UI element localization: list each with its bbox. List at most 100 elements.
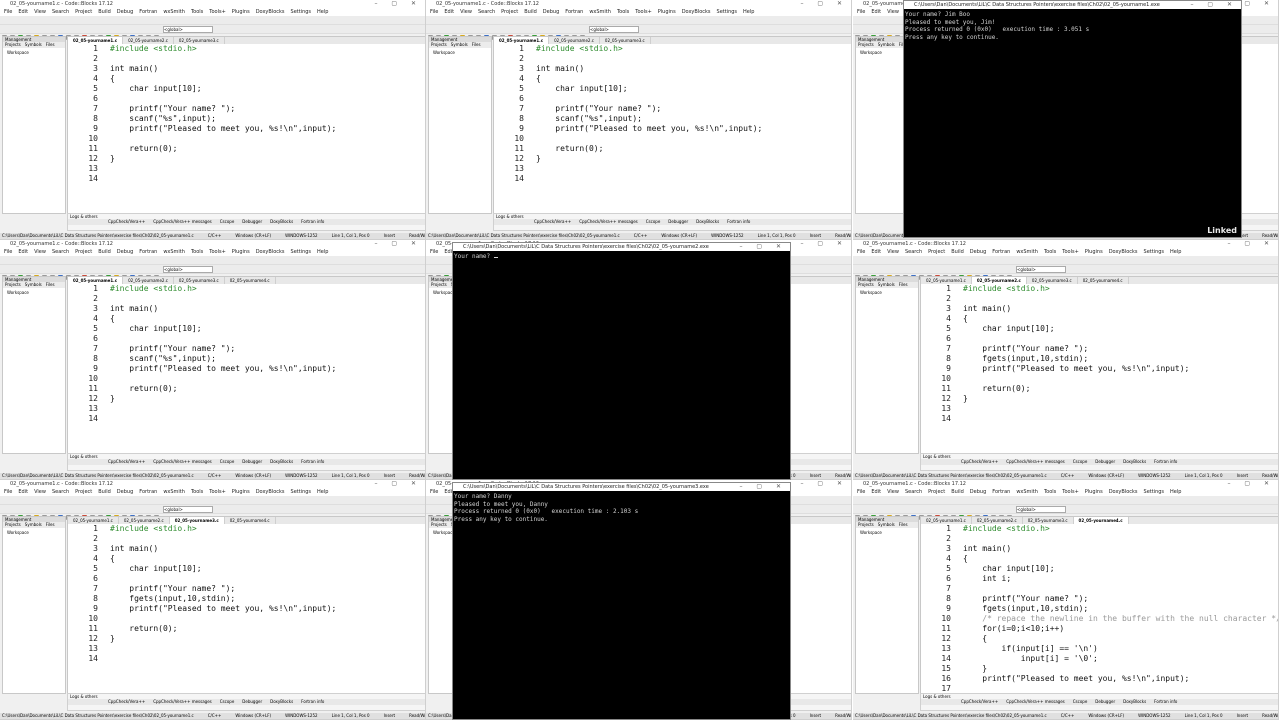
log-tab[interactable]: DoxyBlocks xyxy=(1123,699,1146,704)
menu-item[interactable]: Plugins xyxy=(1085,249,1103,255)
menu-item[interactable]: DoxyBlocks xyxy=(256,9,285,15)
management-tab[interactable]: Projects xyxy=(5,522,21,527)
log-tab[interactable]: Cscope xyxy=(1073,699,1088,704)
editor-tab[interactable]: 02_05-yourname2.c xyxy=(123,37,174,44)
code-line[interactable]: scanf("%s",input); xyxy=(110,114,216,124)
log-tab[interactable]: CppCheck/Vera++ xyxy=(108,459,145,464)
code-line[interactable]: /* repace the newline in the buffer with… xyxy=(963,614,1278,624)
code-line[interactable]: } xyxy=(110,394,115,404)
menu-item[interactable]: DoxyBlocks xyxy=(1109,489,1138,495)
code-line[interactable]: } xyxy=(110,634,115,644)
management-tab[interactable]: Projects xyxy=(858,522,874,527)
code-line[interactable]: int main() xyxy=(110,304,158,314)
management-tab[interactable]: Files xyxy=(46,522,55,527)
log-tab[interactable]: CppCheck/Vera++ xyxy=(961,459,998,464)
log-tab[interactable]: Fortran info xyxy=(301,459,324,464)
code-line[interactable]: printf("Pleased to meet you, %s!\n",inpu… xyxy=(110,604,336,614)
menu-item[interactable]: Settings xyxy=(291,249,312,255)
menu-item[interactable]: Project xyxy=(928,249,945,255)
code-line[interactable]: { xyxy=(110,314,115,324)
window-controls[interactable]: – ▢ ✕ xyxy=(374,480,422,488)
menu-item[interactable]: Build xyxy=(951,489,964,495)
code-line[interactable]: int main() xyxy=(963,304,1011,314)
console-window-controls[interactable]: – ▢ ✕ xyxy=(739,483,787,491)
window-controls[interactable]: – ▢ ✕ xyxy=(1227,480,1275,488)
code-line[interactable]: printf("Your name? "); xyxy=(110,584,235,594)
menu-item[interactable]: Settings xyxy=(1144,489,1165,495)
log-tab[interactable]: Cscope xyxy=(220,699,235,704)
log-tab[interactable]: DoxyBlocks xyxy=(1123,459,1146,464)
scope-combo[interactable]: <global> xyxy=(163,506,213,513)
menu-item[interactable]: Debug xyxy=(970,249,986,255)
menu-item[interactable]: View xyxy=(34,9,46,15)
code-line[interactable]: #include <stdio.h> xyxy=(110,284,197,294)
console-window[interactable]: C:\Users\Dan\Documents\LiL\C Data Struct… xyxy=(903,0,1242,238)
menu-item[interactable]: Build xyxy=(98,9,111,15)
window-controls[interactable]: – ▢ ✕ xyxy=(800,240,848,248)
menu-item[interactable]: Help xyxy=(743,9,754,15)
menu-item[interactable]: View xyxy=(34,249,46,255)
code-line[interactable]: return(0); xyxy=(536,144,603,154)
menu-item[interactable]: DoxyBlocks xyxy=(256,249,285,255)
code-line[interactable]: printf("Your name? "); xyxy=(963,594,1088,604)
menu-item[interactable]: Tools xyxy=(191,9,203,15)
workspace-item[interactable]: Workspace xyxy=(3,288,65,297)
menu-item[interactable]: Help xyxy=(317,249,328,255)
menu-item[interactable]: wxSmith xyxy=(1016,489,1038,495)
menu-item[interactable]: View xyxy=(887,489,899,495)
window-controls[interactable]: – ▢ ✕ xyxy=(800,480,848,488)
workspace-item[interactable]: Workspace xyxy=(3,48,65,57)
log-tab[interactable]: Cscope xyxy=(1073,459,1088,464)
code-line[interactable]: fgets(input,10,stdin); xyxy=(963,354,1088,364)
code-line[interactable]: printf("Pleased to meet you, %s!\n",inpu… xyxy=(536,124,762,134)
menu-item[interactable]: Plugins xyxy=(232,249,250,255)
editor-tab[interactable]: 02_05-yourname1.c xyxy=(68,517,119,524)
log-tab[interactable]: CppCheck/Vera++ xyxy=(108,219,145,224)
menu-item[interactable]: wxSmith xyxy=(1016,249,1038,255)
menu-item[interactable]: Plugins xyxy=(1085,489,1103,495)
window-controls[interactable]: – ▢ ✕ xyxy=(800,0,848,8)
editor-tab[interactable]: 02_05-yourname3.c xyxy=(169,517,225,524)
code-line[interactable]: fgets(input,10,stdin); xyxy=(963,604,1088,614)
menu-item[interactable]: Search xyxy=(52,9,69,15)
log-tab[interactable]: DoxyBlocks xyxy=(270,699,293,704)
code-line[interactable]: int main() xyxy=(110,64,158,74)
log-tab[interactable]: DoxyBlocks xyxy=(270,219,293,224)
management-tab[interactable]: Projects xyxy=(858,42,874,47)
editor-tab[interactable]: 02_05-yourname3.c xyxy=(1027,277,1078,284)
management-tab[interactable]: Symbols xyxy=(451,42,468,47)
log-tab[interactable]: DoxyBlocks xyxy=(270,459,293,464)
menu-item[interactable]: Tools+ xyxy=(1062,489,1079,495)
editor-tab[interactable]: 02_05-yourname2.c xyxy=(971,277,1027,284)
editor-tab[interactable]: 02_05-yourname1.c xyxy=(921,277,972,284)
log-tab[interactable]: Cscope xyxy=(220,219,235,224)
menu-item[interactable]: Build xyxy=(98,489,111,495)
menu-item[interactable]: Edit xyxy=(871,249,881,255)
workspace-item[interactable]: Workspace xyxy=(3,528,65,537)
menu-item[interactable]: Project xyxy=(928,489,945,495)
menu-item[interactable]: File xyxy=(430,9,438,15)
menu-item[interactable]: Fortran xyxy=(565,9,583,15)
code-line[interactable]: #include <stdio.h> xyxy=(110,524,197,534)
menu-item[interactable]: View xyxy=(34,489,46,495)
management-tab[interactable]: Symbols xyxy=(25,522,42,527)
management-tab[interactable]: Projects xyxy=(5,282,21,287)
menu-item[interactable]: File xyxy=(4,249,12,255)
log-tab[interactable]: CppCheck/Vera++ xyxy=(961,699,998,704)
menu-item[interactable]: Tools xyxy=(1044,249,1056,255)
menu-item[interactable]: Fortran xyxy=(992,489,1010,495)
menu-item[interactable]: Help xyxy=(317,489,328,495)
console-window-controls[interactable]: – ▢ ✕ xyxy=(739,243,787,251)
management-tab[interactable]: Projects xyxy=(5,42,21,47)
editor-tab[interactable]: 02_05-yourname4.c xyxy=(1073,517,1129,524)
scope-combo[interactable]: <global> xyxy=(589,26,639,33)
code-line[interactable]: #include <stdio.h> xyxy=(963,284,1050,294)
menu-item[interactable]: Fortran xyxy=(139,489,157,495)
editor-tab[interactable]: 02_05-yourname2.c xyxy=(123,277,174,284)
code-line[interactable]: scanf("%s",input); xyxy=(110,354,216,364)
code-line[interactable]: char input[10]; xyxy=(110,564,201,574)
menu-item[interactable]: Build xyxy=(524,9,537,15)
code-editor[interactable]: 02_05-yourname1.c02_05-yourname2.c02_05-… xyxy=(67,36,425,214)
code-line[interactable]: #include <stdio.h> xyxy=(963,524,1050,534)
editor-tab[interactable]: 02_05-yourname1.c xyxy=(494,37,550,44)
